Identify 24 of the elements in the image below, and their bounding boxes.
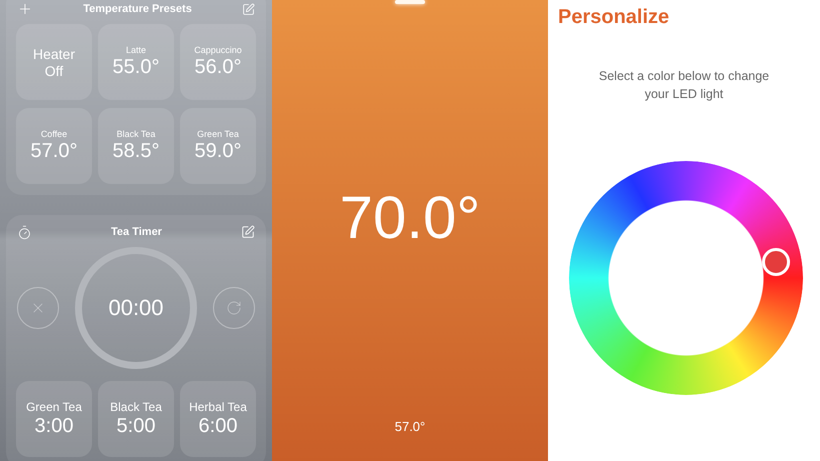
current-temperature: 57.0° — [394, 419, 426, 434]
drag-handle[interactable] — [395, 0, 425, 4]
instruction-text: Select a color below to change your LED light — [598, 68, 770, 103]
edit-icon[interactable] — [242, 2, 255, 16]
preset-tile[interactable]: Black Tea 58.5° — [98, 108, 174, 184]
refresh-icon — [226, 300, 242, 316]
card-title: Tea Timer — [111, 226, 162, 238]
preset-tile[interactable]: Cappuccino 56.0° — [180, 24, 256, 100]
edit-icon[interactable] — [240, 225, 255, 239]
preset-tile[interactable]: Coffee 57.0° — [16, 108, 92, 184]
timer-preset-tile[interactable]: Herbal Tea 6:00 — [180, 381, 256, 457]
timer-preset-tile[interactable]: Green Tea 3:00 — [16, 381, 92, 457]
timer-preset-tile[interactable]: Black Tea 5:00 — [98, 381, 174, 457]
page-title: Personalize — [558, 6, 670, 29]
restart-button[interactable] — [213, 287, 255, 329]
cancel-button[interactable] — [17, 287, 59, 329]
card-title: Temperature Presets — [83, 3, 192, 15]
timer-icon[interactable] — [17, 224, 32, 240]
target-temperature: 70.0° — [340, 183, 480, 253]
add-icon[interactable] — [17, 1, 33, 17]
timer-dial: 00:00 — [75, 247, 197, 369]
preset-tile[interactable]: Latte 55.0° — [98, 24, 174, 100]
preset-tile[interactable]: Green Tea 59.0° — [180, 108, 256, 184]
preset-tile[interactable]: Heater Off — [16, 24, 92, 100]
